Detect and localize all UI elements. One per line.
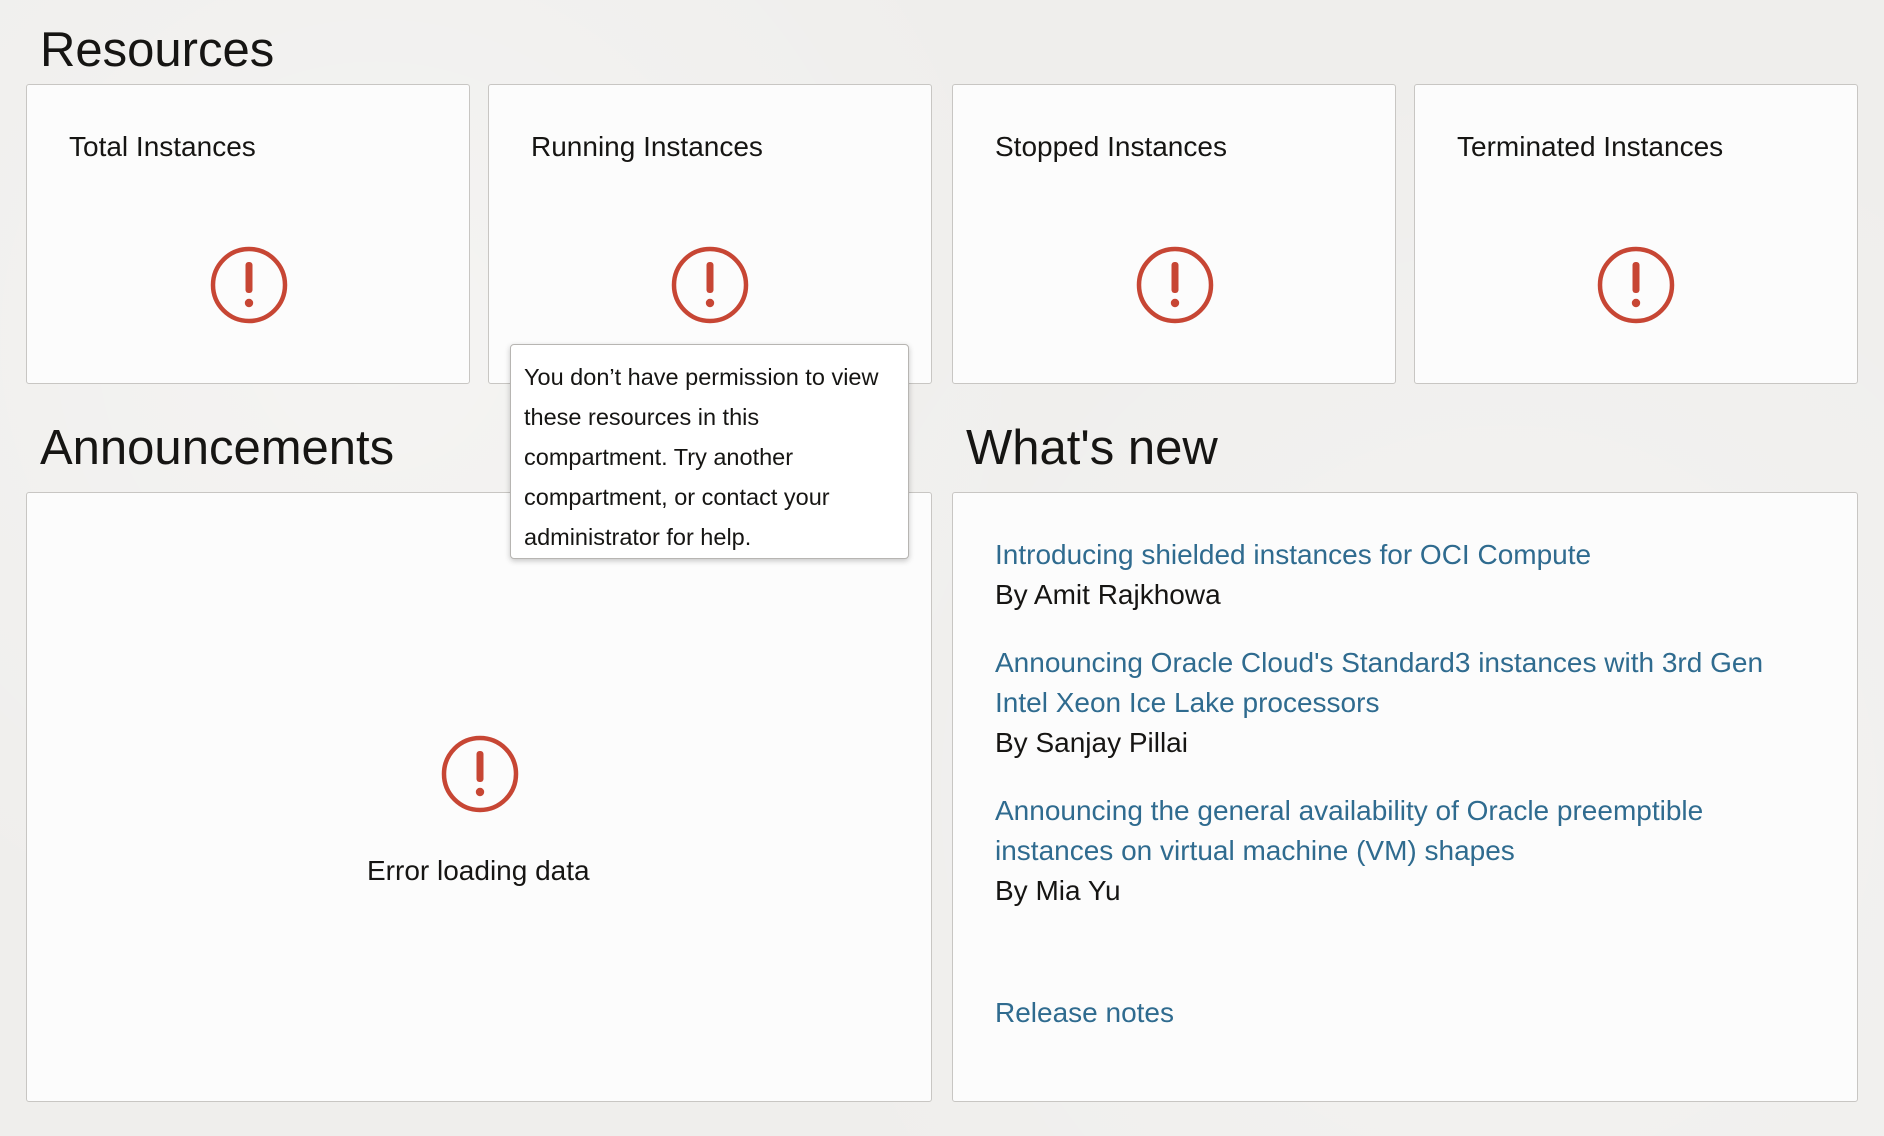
news-list: Introducing shielded instances for OCI C… [995,535,1815,939]
card-title: Running Instances [531,131,763,162]
news-link[interactable]: Announcing Oracle Cloud's Standard3 inst… [995,643,1815,723]
news-link[interactable]: Announcing the general availability of O… [995,791,1815,871]
news-item: Announcing the general availability of O… [995,791,1815,911]
alert-circle-icon[interactable] [1136,246,1214,324]
dashboard-page: Resources Total Instances Running Instan… [0,0,1884,1136]
whats-new-card: Introducing shielded instances for OCI C… [952,492,1858,1102]
whats-new-heading: What's new [966,421,1218,475]
alert-circle-icon [441,735,519,813]
news-author: By Sanjay Pillai [995,727,1188,758]
announcements-card: Error loading data [26,492,932,1102]
news-author: By Amit Rajkhowa [995,579,1221,610]
permission-tooltip: You don’t have permission to view these … [510,344,909,559]
news-link[interactable]: Introducing shielded instances for OCI C… [995,535,1815,575]
alert-circle-icon[interactable] [671,246,749,324]
alert-circle-icon[interactable] [1597,246,1675,324]
card-title: Total Instances [69,131,256,162]
card-title: Stopped Instances [995,131,1227,162]
news-author: By Mia Yu [995,875,1121,906]
running-instances-card[interactable]: Running Instances [488,84,932,384]
news-item: Introducing shielded instances for OCI C… [995,535,1815,615]
announcements-heading: Announcements [40,421,395,475]
release-notes-link[interactable]: Release notes [995,993,1174,1033]
tooltip-text: You don’t have permission to view these … [524,364,879,550]
card-title: Terminated Instances [1457,131,1724,162]
resources-heading: Resources [40,23,275,77]
alert-circle-icon[interactable] [210,246,288,324]
total-instances-card[interactable]: Total Instances [26,84,470,384]
stopped-instances-card[interactable]: Stopped Instances [952,84,1396,384]
terminated-instances-card[interactable]: Terminated Instances [1414,84,1858,384]
news-item: Announcing Oracle Cloud's Standard3 inst… [995,643,1815,763]
error-loading-text: Error loading data [367,855,590,886]
